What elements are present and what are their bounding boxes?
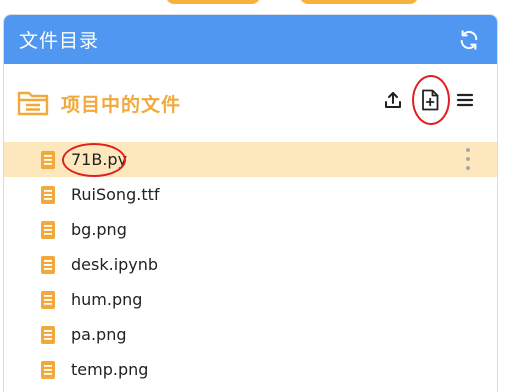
file-icon: [41, 150, 55, 169]
folder-title: 项目中的文件: [61, 93, 182, 116]
project-files-toolbar: 项目中的文件: [4, 64, 497, 142]
more-options-icon[interactable]: [463, 147, 473, 171]
file-icon: [41, 360, 55, 379]
refresh-icon: [460, 29, 478, 50]
file-icon: [41, 185, 55, 204]
new-file-button[interactable]: [412, 75, 450, 125]
file-row[interactable]: 71B.py: [4, 142, 497, 177]
file-row[interactable]: temp.png: [4, 352, 497, 387]
menu-button[interactable]: [453, 88, 477, 112]
file-icon: [41, 290, 55, 309]
file-directory-panel: 文件目录 项目中的文件 71B.py RuiSong.ttf bg.png de…: [3, 14, 498, 392]
top-orange-button-left[interactable]: [166, 0, 260, 4]
file-name: temp.png: [71, 360, 149, 379]
file-icon: [41, 255, 55, 274]
file-name: desk.ipynb: [71, 255, 159, 274]
file-row[interactable]: RuiSong.ttf: [4, 177, 497, 212]
file-name: pa.png: [71, 325, 127, 344]
file-name: hum.png: [71, 290, 143, 309]
file-row[interactable]: bg.png: [4, 212, 497, 247]
panel-title: 文件目录: [19, 30, 100, 52]
refresh-button[interactable]: [456, 27, 482, 53]
file-name: RuiSong.ttf: [71, 185, 160, 204]
panel-header: 文件目录: [4, 15, 497, 64]
menu-icon: [456, 93, 474, 107]
file-icon: [41, 220, 55, 239]
file-row[interactable]: pa.png: [4, 317, 497, 352]
page: 文件目录 项目中的文件 71B.py RuiSong.ttf bg.png de…: [0, 0, 510, 392]
file-name: bg.png: [71, 220, 127, 239]
file-row[interactable]: desk.ipynb: [4, 247, 497, 282]
new-file-icon: [422, 89, 439, 111]
upload-icon: [385, 92, 401, 108]
file-icon: [41, 325, 55, 344]
upload-button[interactable]: [381, 88, 405, 112]
file-name: 71B.py: [61, 143, 128, 177]
file-row[interactable]: hum.png: [4, 282, 497, 317]
file-list: 71B.py RuiSong.ttf bg.png desk.ipynb hum…: [4, 142, 497, 387]
top-orange-button-right[interactable]: [300, 0, 418, 4]
toolbar-actions: [368, 75, 477, 125]
folder-icon: [17, 89, 51, 117]
